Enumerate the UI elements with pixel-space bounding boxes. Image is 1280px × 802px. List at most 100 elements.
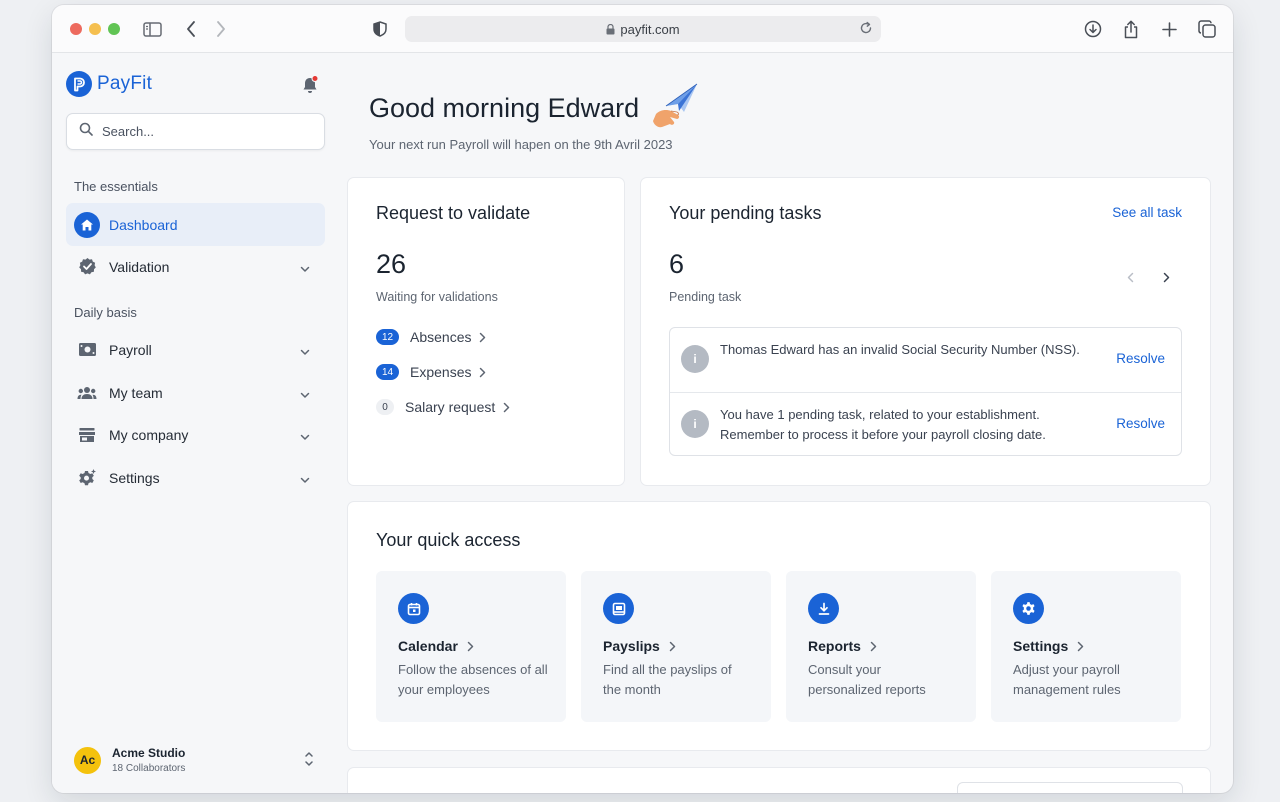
request-row-label: Absences xyxy=(410,329,472,345)
count-badge: 14 xyxy=(376,364,399,380)
sidebar-item-label: Validation xyxy=(109,258,170,275)
sidebar-item-my-team[interactable]: My team xyxy=(66,371,325,414)
lock-icon xyxy=(606,23,615,35)
task-count-label: Pending task xyxy=(669,290,742,304)
request-row-absences[interactable]: 12 Absences xyxy=(376,329,486,345)
maximize-window-button[interactable] xyxy=(108,23,120,35)
tile-title: Payslips xyxy=(603,638,660,654)
quick-access-payslips[interactable]: Payslips Find all the payslips of the mo… xyxy=(581,571,771,722)
sidebar-item-dashboard[interactable]: Dashboard xyxy=(66,203,325,246)
see-all-tasks-link[interactable]: See all task xyxy=(1112,205,1182,220)
resolve-button[interactable]: Resolve xyxy=(1116,416,1165,431)
sidebar-item-label: Settings xyxy=(109,469,160,486)
reload-icon[interactable] xyxy=(859,21,873,35)
back-arrow-icon[interactable] xyxy=(179,17,203,41)
quick-access-settings[interactable]: Settings Adjust your payroll management … xyxy=(991,571,1181,722)
store-icon xyxy=(74,422,100,448)
team-icon xyxy=(74,380,100,406)
brand-logo[interactable]: PayFit xyxy=(66,71,152,97)
browser-toolbar: payfit.com xyxy=(52,5,1233,53)
chevron-left-icon[interactable] xyxy=(1120,267,1140,287)
request-row-label: Expenses xyxy=(410,364,472,380)
tile-description: Follow the absences of all your employee… xyxy=(398,662,548,697)
url-text: payfit.com xyxy=(620,21,680,37)
gear-icon xyxy=(74,465,100,491)
inbox-icon xyxy=(603,593,634,624)
check-badge-icon xyxy=(74,254,100,280)
card-title: Request to validate xyxy=(376,203,531,223)
sidebar-item-label: Dashboard xyxy=(109,216,178,233)
sidebar-item-validation[interactable]: Validation xyxy=(66,245,325,288)
sidebar-toggle-icon[interactable] xyxy=(140,17,164,41)
sidebar: PayFit The essentials Dashboard Validati… xyxy=(52,53,342,793)
tile-description: Consult your personalized reports xyxy=(808,662,926,697)
privacy-shield-icon[interactable] xyxy=(368,17,392,41)
share-icon[interactable] xyxy=(1119,17,1143,41)
close-window-button[interactable] xyxy=(70,23,82,35)
organization-switcher[interactable]: Ac Acme Studio 18 Collaborators xyxy=(74,740,324,780)
pending-tasks-card: Your pending tasks See all task 6 Pendin… xyxy=(640,177,1211,486)
next-card-partial xyxy=(347,767,1211,793)
tile-title: Settings xyxy=(1013,638,1069,654)
browser-window: payfit.com PayFit Search... The essentia… xyxy=(52,5,1233,793)
chevron-right-icon[interactable] xyxy=(1156,267,1176,287)
paper-plane-hand-icon xyxy=(650,82,700,135)
tab-overview-icon[interactable] xyxy=(1195,17,1219,41)
address-bar[interactable]: payfit.com xyxy=(405,16,881,42)
forward-arrow-icon[interactable] xyxy=(209,17,233,41)
request-row-label: Salary request xyxy=(405,399,496,415)
request-row-expenses[interactable]: 14 Expenses xyxy=(376,364,486,380)
payroll-icon xyxy=(74,337,100,363)
tile-title: Calendar xyxy=(398,638,458,654)
chevron-down-icon xyxy=(300,260,310,276)
brand-name: PayFit xyxy=(97,73,153,94)
task-text: Thomas Edward has an invalid Social Secu… xyxy=(720,342,1080,357)
quick-access-card: Your quick access Calendar Follow the ab… xyxy=(347,501,1211,751)
sidebar-item-label: My company xyxy=(109,426,189,443)
section-label-essentials: The essentials xyxy=(74,179,158,194)
chevron-down-icon xyxy=(300,386,310,402)
task-item: i Thomas Edward has an invalid Social Se… xyxy=(670,328,1181,392)
chevron-up-down-icon[interactable] xyxy=(304,750,314,773)
card-title: Your quick access xyxy=(376,530,521,550)
page-subtitle: Your next run Payroll will hapen on the … xyxy=(369,137,673,152)
search-box[interactable] xyxy=(66,113,325,150)
tile-title: Reports xyxy=(808,638,861,654)
notification-bell-icon[interactable] xyxy=(300,75,320,100)
sidebar-item-settings[interactable]: Settings xyxy=(66,456,325,499)
quick-access-reports[interactable]: Reports Consult your personalized report… xyxy=(786,571,976,722)
chevron-down-icon xyxy=(300,343,310,359)
minimize-window-button[interactable] xyxy=(89,23,101,35)
sidebar-item-label: My team xyxy=(109,384,163,401)
chevron-right-icon xyxy=(870,641,877,652)
request-count: 26 xyxy=(376,249,407,279)
task-text: You have 1 pending task, related to your… xyxy=(720,407,1046,442)
search-input[interactable] xyxy=(102,124,302,139)
resolve-button[interactable]: Resolve xyxy=(1116,351,1165,366)
chevron-right-icon xyxy=(503,402,510,413)
sidebar-item-payroll[interactable]: Payroll xyxy=(66,328,325,371)
home-icon xyxy=(74,211,100,238)
org-collaborators: 18 Collaborators xyxy=(112,763,186,774)
chevron-down-icon xyxy=(300,471,310,487)
page-title: Good morning Edward xyxy=(369,93,640,123)
task-count: 6 xyxy=(669,249,685,279)
tile-description: Find all the payslips of the month xyxy=(603,662,732,697)
count-badge: 12 xyxy=(376,329,399,345)
request-row-salary[interactable]: 0 Salary request xyxy=(376,399,510,415)
chevron-right-icon xyxy=(467,641,474,652)
partial-control[interactable] xyxy=(957,782,1183,793)
calendar-icon xyxy=(398,593,429,624)
org-name: Acme Studio xyxy=(112,746,186,760)
chevron-right-icon xyxy=(669,641,676,652)
gear-icon xyxy=(1013,593,1044,624)
new-tab-icon[interactable] xyxy=(1157,17,1181,41)
chevron-down-icon xyxy=(300,428,310,444)
sidebar-item-my-company[interactable]: My company xyxy=(66,413,325,456)
quick-access-calendar[interactable]: Calendar Follow the absences of all your… xyxy=(376,571,566,722)
chevron-right-icon xyxy=(1077,641,1084,652)
section-label-daily: Daily basis xyxy=(74,305,137,320)
downloads-icon[interactable] xyxy=(1081,17,1105,41)
avatar: Ac xyxy=(74,746,101,774)
sidebar-item-label: Payroll xyxy=(109,341,152,358)
